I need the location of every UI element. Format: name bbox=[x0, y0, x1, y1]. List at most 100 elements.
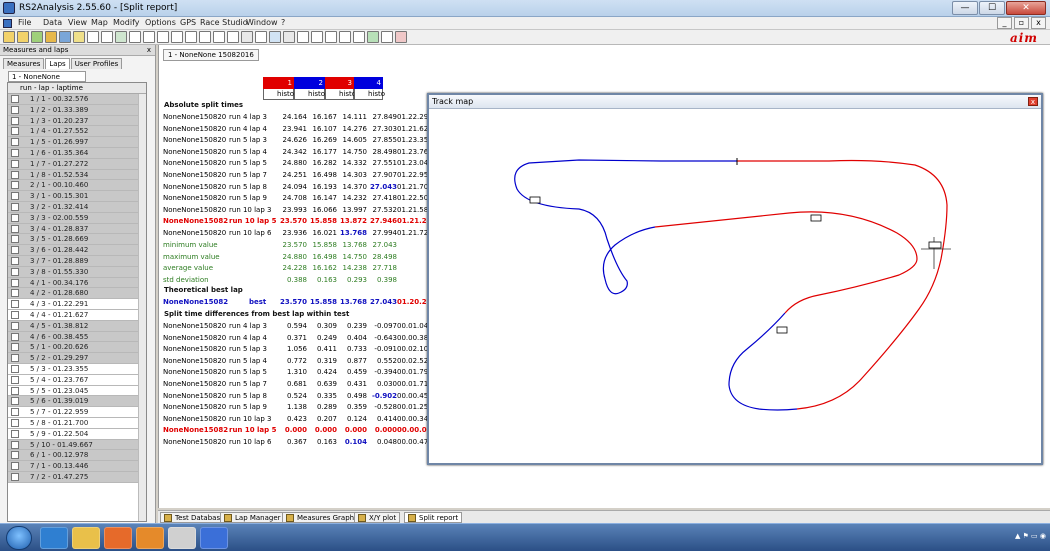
report-icon[interactable] bbox=[255, 31, 267, 43]
lap-checkbox[interactable] bbox=[11, 235, 19, 244]
lap-checkbox[interactable] bbox=[11, 202, 19, 211]
compare-icon[interactable] bbox=[381, 31, 393, 43]
firefox-taskbar-icon[interactable] bbox=[136, 527, 164, 549]
notes-icon[interactable] bbox=[73, 31, 85, 43]
tab-lap-manager[interactable]: Lap Manager bbox=[220, 512, 285, 523]
laps-list[interactable]: run - lap - laptime 1 / 1 - 00.32.576 1 /… bbox=[7, 82, 147, 522]
lap-checkbox[interactable] bbox=[11, 343, 19, 352]
lap-list-item[interactable]: 3 / 7 - 01.28.889 bbox=[8, 255, 146, 267]
lap-checkbox[interactable] bbox=[11, 386, 19, 395]
lap-checkbox[interactable] bbox=[11, 364, 19, 373]
lap-list-item[interactable]: 1 / 4 - 01.27.552 bbox=[8, 126, 146, 138]
menu-view[interactable]: View bbox=[68, 18, 87, 27]
aim-taskbar-icon[interactable] bbox=[168, 527, 196, 549]
media-player-taskbar-icon[interactable] bbox=[104, 527, 132, 549]
track-map-titlebar[interactable]: Track map x bbox=[429, 95, 1041, 109]
lap-list-item[interactable]: 4 / 6 - 00.38.455 bbox=[8, 331, 146, 343]
lap-list-item[interactable]: 5 / 6 - 01.39.019 bbox=[8, 396, 146, 408]
lap-checkbox[interactable] bbox=[11, 418, 19, 427]
lap-checkbox[interactable] bbox=[11, 246, 19, 255]
lap-checkbox[interactable] bbox=[11, 116, 19, 125]
split-col-1-header[interactable]: 1 bbox=[263, 77, 294, 89]
menu-file[interactable]: File bbox=[18, 18, 31, 27]
histogram-icon[interactable] bbox=[129, 31, 141, 43]
ruler-icon[interactable] bbox=[185, 31, 197, 43]
lap-checkbox[interactable] bbox=[11, 429, 19, 438]
lap-checkbox[interactable] bbox=[11, 95, 19, 103]
tab-split-report[interactable]: Split report bbox=[404, 512, 463, 523]
refresh-icon[interactable] bbox=[311, 31, 323, 43]
laps-list-scrollbar[interactable] bbox=[138, 94, 146, 521]
lap-list-item[interactable]: 3 / 1 - 00.15.301 bbox=[8, 191, 146, 202]
start-button[interactable] bbox=[6, 526, 32, 550]
menu-race-studio[interactable]: Race Studio bbox=[200, 18, 248, 27]
lap-list-item[interactable]: 5 / 5 - 01.23.045 bbox=[8, 386, 146, 397]
split-col-4-header[interactable]: 4 bbox=[354, 77, 383, 89]
lap-list-item[interactable]: 1 / 3 - 01.20.237 bbox=[8, 115, 146, 127]
lap-list-item[interactable]: 3 / 3 - 02.00.559 bbox=[8, 212, 146, 224]
lap-list-item[interactable]: 5 / 7 - 01.22.959 bbox=[8, 407, 146, 418]
lap-list-item[interactable]: 5 / 2 - 01.29.297 bbox=[8, 353, 146, 364]
menu-map[interactable]: Map bbox=[91, 18, 108, 27]
folder-icon[interactable] bbox=[17, 31, 29, 43]
lap-checkbox[interactable] bbox=[11, 310, 19, 319]
lap-checkbox[interactable] bbox=[11, 440, 19, 449]
frequency-icon[interactable] bbox=[171, 31, 183, 43]
lap-checkbox[interactable] bbox=[11, 192, 19, 201]
split-col-4-histo[interactable]: histo bbox=[354, 89, 385, 100]
excel-icon[interactable] bbox=[367, 31, 379, 43]
lap-checkbox[interactable] bbox=[11, 138, 19, 147]
split-col-3-histo[interactable]: histo bbox=[325, 89, 356, 100]
lap-list-item[interactable]: 3 / 6 - 01.28.442 bbox=[8, 245, 146, 256]
lap-checkbox[interactable] bbox=[11, 300, 19, 309]
lap-checkbox[interactable] bbox=[11, 332, 19, 341]
open-icon[interactable] bbox=[3, 31, 15, 43]
panel-close-icon[interactable]: x bbox=[147, 45, 151, 55]
scatter-icon[interactable] bbox=[143, 31, 155, 43]
menu-help[interactable]: ? bbox=[281, 18, 285, 27]
track-map-close-button[interactable]: x bbox=[1028, 97, 1038, 106]
tab-xy-plot[interactable]: X/Y plot bbox=[354, 512, 401, 523]
lap-checkbox[interactable] bbox=[11, 256, 19, 265]
lap-checkbox[interactable] bbox=[11, 408, 19, 417]
lap-checkbox[interactable] bbox=[11, 181, 19, 190]
laps-graph-icon[interactable] bbox=[101, 31, 113, 43]
explorer-taskbar-icon[interactable] bbox=[72, 527, 100, 549]
split-col-1-histo[interactable]: histo bbox=[263, 89, 294, 100]
lap-list-item[interactable]: 4 / 1 - 00.34.176 bbox=[8, 277, 146, 289]
lap-list-item[interactable]: 3 / 5 - 01.28.669 bbox=[8, 234, 146, 246]
lap-checkbox[interactable] bbox=[11, 267, 19, 276]
lap-list-item[interactable]: 1 / 1 - 00.32.576 bbox=[8, 94, 146, 105]
lap-list-item[interactable]: 3 / 2 - 01.32.414 bbox=[8, 201, 146, 213]
lap-list-item[interactable]: 5 / 8 - 01.21.700 bbox=[8, 418, 146, 429]
close-button[interactable]: ✕ bbox=[1006, 1, 1046, 15]
lap-list-item[interactable]: 3 / 4 - 01.28.837 bbox=[8, 223, 146, 235]
lap-checkbox[interactable] bbox=[11, 148, 19, 157]
lap-list-item[interactable]: 5 / 3 - 01.23.355 bbox=[8, 364, 146, 375]
mdi-close-button[interactable]: x bbox=[1031, 17, 1046, 29]
lap-checkbox[interactable] bbox=[11, 289, 19, 298]
lap-list-item[interactable]: 2 / 1 - 00.10.460 bbox=[8, 180, 146, 192]
import-icon[interactable] bbox=[45, 31, 57, 43]
test-subtab[interactable]: 1 - NoneNone 15082016 bbox=[8, 71, 86, 91]
map-icon[interactable] bbox=[213, 31, 225, 43]
speed-icon[interactable] bbox=[199, 31, 211, 43]
mdi-minimize-button[interactable]: _ bbox=[997, 17, 1012, 29]
lap-checkbox[interactable] bbox=[11, 105, 19, 114]
lap-list-item[interactable]: 1 / 5 - 01.26.997 bbox=[8, 137, 146, 148]
measures-graph-icon[interactable] bbox=[87, 31, 99, 43]
lap-list-item[interactable]: 6 / 1 - 00.12.978 bbox=[8, 450, 146, 462]
tab-user-profiles[interactable]: User Profiles bbox=[70, 58, 123, 69]
lap-list-item[interactable]: 4 / 4 - 01.21.627 bbox=[8, 310, 146, 321]
rs2analysis-taskbar-icon[interactable] bbox=[200, 527, 228, 549]
lap-checkbox[interactable] bbox=[11, 170, 19, 179]
tab-test-database[interactable]: Test Database bbox=[160, 512, 229, 523]
lap-checkbox[interactable] bbox=[11, 213, 19, 222]
lap-list-item[interactable]: 5 / 1 - 00.20.626 bbox=[8, 342, 146, 354]
report-tab[interactable]: 1 - NoneNone 15082016 bbox=[163, 49, 259, 61]
track-report-icon[interactable] bbox=[115, 31, 127, 43]
lap-list-item[interactable]: 1 / 7 - 01.27.272 bbox=[8, 158, 146, 170]
time-icon[interactable] bbox=[325, 31, 337, 43]
lap-checkbox[interactable] bbox=[11, 127, 19, 136]
lap-checkbox[interactable] bbox=[11, 472, 19, 481]
